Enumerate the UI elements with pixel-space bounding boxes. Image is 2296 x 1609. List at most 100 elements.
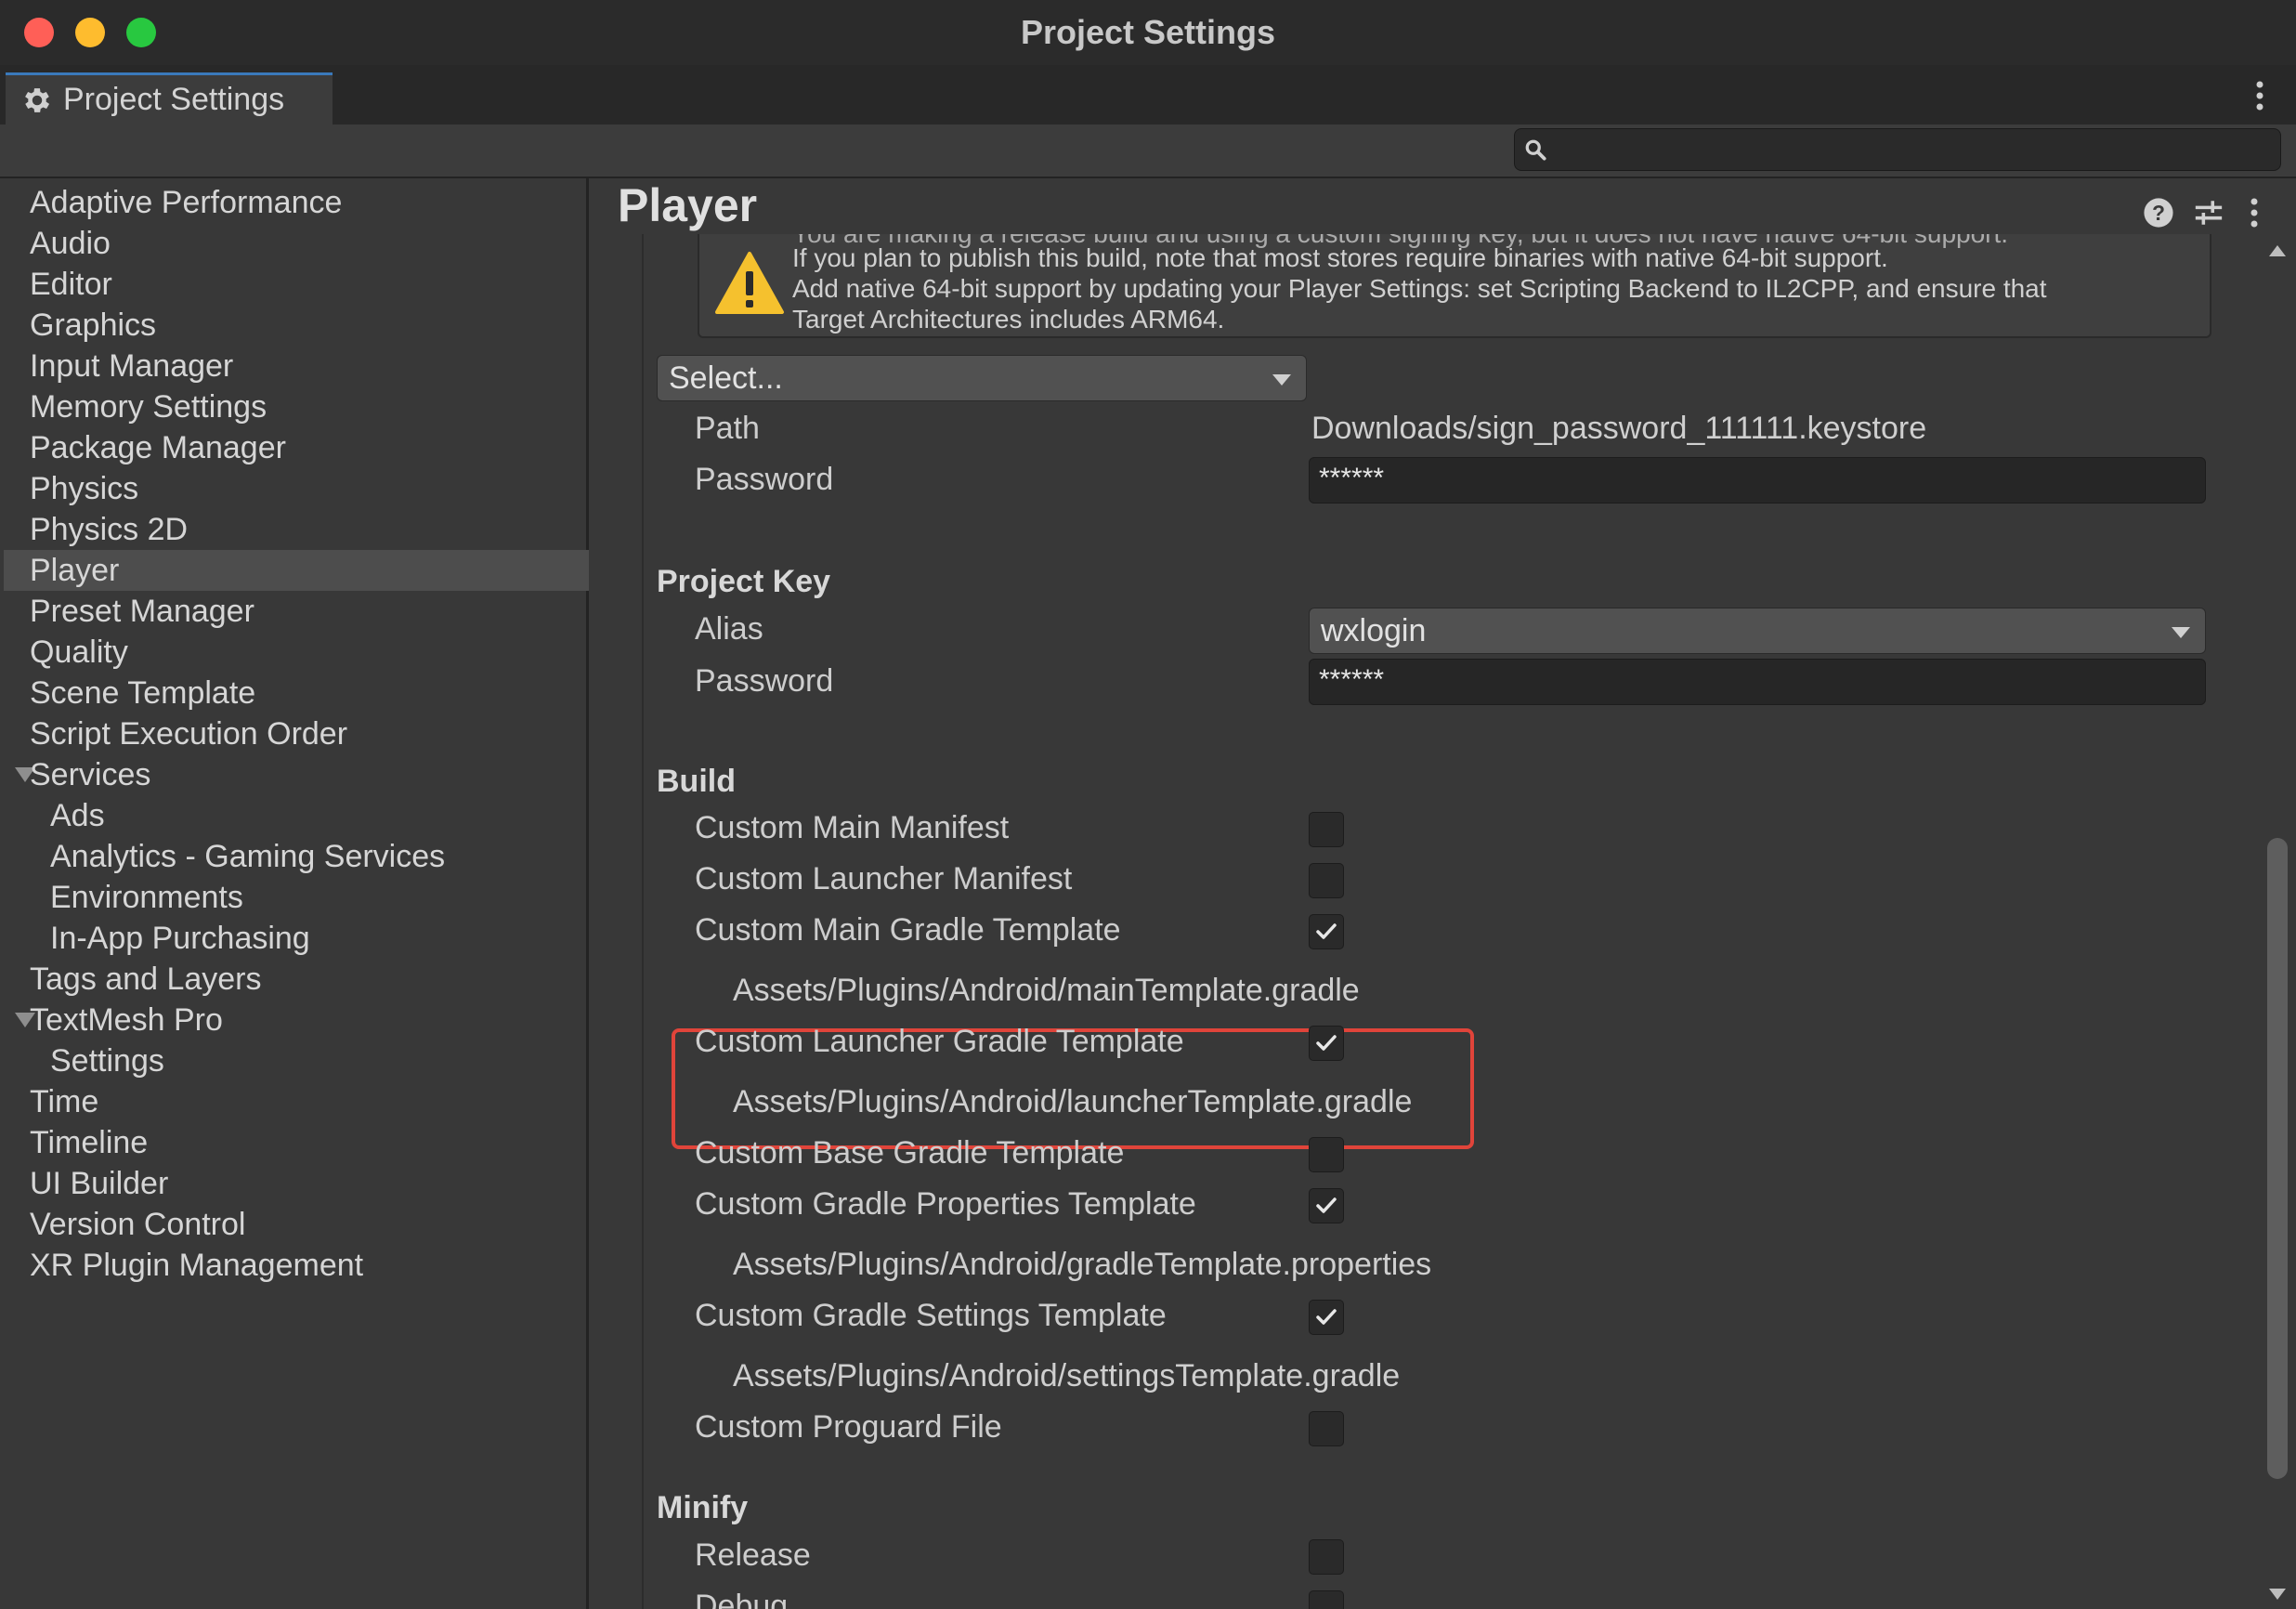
option-label: Custom Gradle Properties Template [695, 1186, 1196, 1222]
keystore-select-dropdown[interactable]: Select... [657, 355, 1307, 401]
option-label: Custom Main Gradle Template [695, 912, 1121, 948]
option-checkbox[interactable] [1309, 1539, 1344, 1575]
sidebar-item[interactable]: Preset Manager [4, 591, 589, 632]
zoom-window-button[interactable] [126, 18, 156, 47]
sidebar-item-label: Physics [30, 471, 139, 506]
option-checkbox[interactable] [1309, 1411, 1344, 1446]
sidebar-item-label: In-App Purchasing [50, 921, 310, 956]
page-title: Player [618, 179, 758, 231]
warning-line: If you plan to publish this build, note … [792, 243, 1888, 272]
sidebar-item-label: Time [30, 1084, 99, 1119]
option-checkbox[interactable] [1309, 1300, 1344, 1335]
search-row [0, 124, 2296, 178]
build-heading: Build [657, 764, 736, 799]
search-icon [1525, 139, 1546, 161]
sidebar-item[interactable]: Timeline [4, 1122, 589, 1163]
sidebar-item[interactable]: Version Control [4, 1204, 589, 1245]
project-settings-window: Project Settings Project Settings Adapti… [0, 0, 2296, 1609]
sidebar-item-label: Analytics - Gaming Services [50, 839, 446, 874]
sidebar-item[interactable]: XR Plugin Management [4, 1245, 589, 1286]
warning-line: Target Architectures includes ARM64. [792, 305, 1225, 334]
option-checkbox[interactable] [1309, 863, 1344, 898]
sidebar-item-label: Input Manager [30, 348, 234, 384]
sidebar-item[interactable]: Time [4, 1081, 589, 1122]
option-label: Custom Proguard File [695, 1409, 1002, 1445]
sidebar-item-label: Preset Manager [30, 594, 254, 629]
gear-icon [25, 87, 50, 112]
keystore-path-label: Path [695, 411, 760, 446]
sidebar-item[interactable]: Scene Template [4, 673, 589, 713]
sidebar-item[interactable]: Physics 2D [4, 509, 589, 550]
option-checkbox[interactable] [1309, 1026, 1344, 1061]
option-checkbox[interactable] [1309, 914, 1344, 949]
option-label: Custom Launcher Manifest [695, 861, 1073, 896]
sidebar-item[interactable]: Adaptive Performance [4, 182, 589, 223]
inspector-content: You are making a release build and using… [642, 234, 2250, 1609]
tab-label: Project Settings [63, 82, 285, 117]
vertical-scrollbar[interactable] [2262, 234, 2293, 1609]
sidebar-item[interactable]: Memory Settings [4, 386, 589, 427]
sidebar-item[interactable]: Graphics [4, 305, 589, 346]
sidebar-item[interactable]: Audio [4, 223, 589, 264]
scroll-up-arrow-icon[interactable] [2269, 245, 2286, 256]
template-path: Assets/Plugins/Android/settingsTemplate.… [733, 1358, 1401, 1393]
option-label: Custom Base Gradle Template [695, 1135, 1125, 1171]
tab-strip: Project Settings [0, 65, 2296, 125]
sidebar-item[interactable]: Editor [4, 264, 589, 305]
search-input[interactable] [1558, 133, 2267, 168]
minimize-window-button[interactable] [75, 18, 105, 47]
sidebar-item-label: Quality [30, 634, 128, 670]
sidebar-item[interactable]: Environments [4, 877, 589, 918]
sidebar-item[interactable]: Player [4, 550, 589, 591]
sidebar-item[interactable]: Tags and Layers [4, 959, 589, 1000]
sidebar-item[interactable]: Physics [4, 468, 589, 509]
scroll-down-arrow-icon[interactable] [2269, 1589, 2286, 1600]
sidebar-item-label: Tags and Layers [30, 961, 262, 997]
sidebar-item-label: Memory Settings [30, 389, 267, 425]
sidebar-item[interactable]: Quality [4, 632, 589, 673]
title-bar: Project Settings [0, 0, 2296, 65]
sidebar-item[interactable]: Analytics - Gaming Services [4, 836, 589, 877]
sidebar-item-label: Settings [50, 1043, 164, 1079]
sidebar-item[interactable]: Settings [4, 1040, 589, 1081]
keystore-password-field[interactable]: ****** [1309, 457, 2206, 504]
option-checkbox[interactable] [1309, 1188, 1344, 1223]
project-key-heading: Project Key [657, 564, 831, 599]
option-label: Custom Launcher Gradle Template [695, 1024, 1184, 1059]
help-icon[interactable]: ? [2143, 197, 2174, 229]
template-path: Assets/Plugins/Android/launcherTemplate.… [733, 1084, 1413, 1119]
checkmark-icon [1316, 1197, 1337, 1213]
sidebar-item[interactable]: Package Manager [4, 427, 589, 468]
option-checkbox[interactable] [1309, 812, 1344, 847]
sidebar-item[interactable]: Services [4, 754, 589, 795]
window-title: Project Settings [1020, 13, 1276, 51]
warning-box: You are making a release build and using… [698, 234, 2211, 338]
sidebar-item-label: Audio [30, 226, 111, 261]
sidebar-item[interactable]: UI Builder [4, 1163, 589, 1204]
settings-sidebar: Adaptive Performance Audio Editor Graphics I… [4, 178, 589, 1609]
key-password-field[interactable]: ****** [1309, 659, 2206, 705]
close-window-button[interactable] [24, 18, 54, 47]
player-settings-panel: Player ? You are making a release build … [592, 178, 2296, 1609]
preset-sliders-icon[interactable] [2193, 197, 2224, 229]
kebab-menu-icon[interactable] [2255, 80, 2264, 111]
tab-project-settings[interactable]: Project Settings [6, 72, 333, 124]
alias-dropdown[interactable]: wxlogin [1309, 608, 2206, 654]
sidebar-item-label: XR Plugin Management [30, 1248, 364, 1283]
option-checkbox[interactable] [1309, 1137, 1344, 1172]
search-field[interactable] [1514, 128, 2281, 171]
sidebar-item[interactable]: In-App Purchasing [4, 918, 589, 959]
option-label: Debug [695, 1589, 789, 1609]
scrollbar-thumb[interactable] [2267, 838, 2288, 1479]
alias-value: wxlogin [1321, 613, 1427, 648]
sidebar-item[interactable]: Ads [4, 795, 589, 836]
dropdown-value: Select... [669, 360, 783, 396]
sidebar-item[interactable]: TextMesh Pro [4, 1000, 589, 1040]
warning-line: Add native 64-bit support by updating yo… [792, 274, 2047, 303]
kebab-menu-icon[interactable] [2249, 197, 2260, 229]
sidebar-item[interactable]: Script Execution Order [4, 713, 589, 754]
sidebar-item-label: Environments [50, 880, 243, 915]
sidebar-item[interactable]: Input Manager [4, 346, 589, 386]
option-checkbox[interactable] [1309, 1590, 1344, 1609]
option-label: Custom Gradle Settings Template [695, 1298, 1167, 1333]
